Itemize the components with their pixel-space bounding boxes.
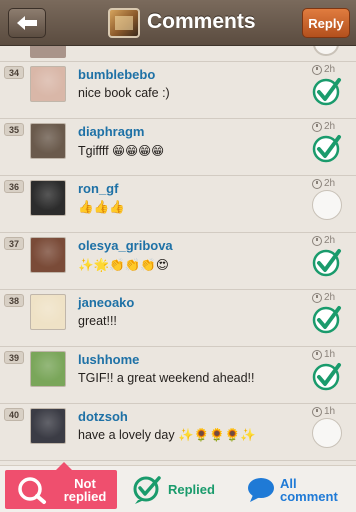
- reply-status-toggle[interactable]: [312, 361, 342, 391]
- comment-username[interactable]: lushhome: [78, 352, 139, 367]
- time-label: 2h: [324, 121, 336, 132]
- comment-text: have a lovely day ✨🌻🌻🌻✨: [78, 428, 256, 442]
- avatar[interactable]: [30, 351, 66, 387]
- comment-username[interactable]: diaphragm: [78, 124, 144, 139]
- reply-status-toggle[interactable]: [312, 304, 342, 334]
- comment-row[interactable]: 39 lushhome TGIF!! a great weekend ahead…: [0, 347, 356, 404]
- previous-comment-edge: [0, 46, 356, 62]
- back-arrow-icon: [17, 16, 37, 30]
- check-circle-icon: [312, 306, 341, 334]
- clock-icon: [312, 349, 322, 360]
- comment-text: nice book cafe :): [78, 86, 170, 100]
- comment-text: 👍👍👍: [78, 200, 125, 214]
- reply-status-toggle[interactable]: [312, 133, 342, 163]
- comment-number: 36: [4, 180, 24, 193]
- comment-text: TGIF!! a great weekend ahead!!: [78, 371, 255, 385]
- tab-label: Replied: [168, 482, 215, 497]
- back-button[interactable]: [8, 8, 46, 38]
- comment-time: 2h: [312, 178, 335, 189]
- clock-icon: [312, 292, 322, 303]
- avatar[interactable]: [30, 408, 66, 444]
- post-thumbnail[interactable]: [108, 8, 140, 38]
- reply-status-toggle[interactable]: [312, 418, 342, 448]
- comment-time: 2h: [312, 121, 335, 132]
- comment-text: ✨🌟👏👏👏😍: [78, 258, 169, 272]
- time-label: 1h: [324, 349, 336, 360]
- comment-row[interactable]: 35 diaphragm Tgiffff 😁😁😁😁 2h: [0, 119, 356, 176]
- tab-label: Not replied: [63, 475, 107, 504]
- check-circle-icon: [312, 363, 341, 391]
- comment-list[interactable]: 34 bumblebebo nice book cafe :) 2h 35 di…: [0, 46, 356, 465]
- avatar[interactable]: [30, 66, 66, 102]
- check-circle-icon: [312, 135, 341, 163]
- comment-username[interactable]: janeoako: [78, 295, 134, 310]
- comment-text: great!!!: [78, 314, 117, 328]
- comment-number: 39: [4, 351, 24, 364]
- comment-time: 2h: [312, 64, 335, 75]
- tab-all-comment[interactable]: All comment: [246, 466, 352, 512]
- comment-text: Tgiffff 😁😁😁😁: [78, 144, 165, 158]
- page-title: Comments: [147, 10, 256, 33]
- reply-status-toggle[interactable]: [312, 190, 342, 220]
- comment-number: 34: [4, 66, 24, 79]
- reply-status-toggle[interactable]: [312, 247, 342, 277]
- comment-username[interactable]: olesya_gribova: [78, 238, 173, 253]
- filter-tab-bar: Not replied Replied All comment: [0, 462, 356, 512]
- tab-label: All comment: [280, 475, 338, 504]
- check-circle-icon: [312, 78, 341, 106]
- magnifier-bubble-icon: [18, 476, 46, 504]
- comment-time: 2h: [312, 235, 335, 246]
- comment-username[interactable]: dotzsoh: [78, 409, 128, 424]
- clock-icon: [312, 64, 322, 75]
- comment-row[interactable]: 36 ron_gf 👍👍👍 2h: [0, 176, 356, 233]
- avatar[interactable]: [30, 180, 66, 216]
- clock-icon: [312, 406, 322, 417]
- comment-number: 38: [4, 294, 24, 307]
- avatar[interactable]: [30, 237, 66, 273]
- comment-time: 1h: [312, 349, 335, 360]
- comment-row[interactable]: 34 bumblebebo nice book cafe :) 2h: [0, 62, 356, 119]
- comment-number: 37: [4, 237, 24, 250]
- time-label: 2h: [324, 292, 336, 303]
- avatar[interactable]: [30, 123, 66, 159]
- reply-status-toggle[interactable]: [312, 76, 342, 106]
- comment-time: 2h: [312, 292, 335, 303]
- top-navigation-bar: Comments Reply: [0, 0, 356, 46]
- clock-icon: [312, 121, 322, 132]
- speech-bubble-icon: [248, 477, 274, 502]
- time-label: 2h: [324, 64, 336, 75]
- reply-button[interactable]: Reply: [302, 8, 350, 38]
- check-bubble-icon: [133, 475, 161, 504]
- comment-row[interactable]: 38 janeoako great!!! 2h: [0, 290, 356, 347]
- comment-number: 35: [4, 123, 24, 136]
- avatar: [30, 46, 66, 58]
- avatar[interactable]: [30, 294, 66, 330]
- time-label: 2h: [324, 178, 336, 189]
- tab-not-replied[interactable]: Not replied: [5, 462, 117, 509]
- check-circle-icon: [312, 249, 341, 277]
- clock-icon: [312, 235, 322, 246]
- comment-number: 40: [4, 408, 24, 421]
- comment-username[interactable]: bumblebebo: [78, 67, 155, 82]
- comment-time: 1h: [312, 406, 335, 417]
- comment-row[interactable]: 37 olesya_gribova ✨🌟👏👏👏😍 2h: [0, 233, 356, 290]
- check-circle-icon[interactable]: [313, 46, 339, 56]
- time-label: 2h: [324, 235, 336, 246]
- clock-icon: [312, 178, 322, 189]
- tab-replied[interactable]: Replied: [132, 466, 232, 512]
- comment-row[interactable]: 40 dotzsoh have a lovely day ✨🌻🌻🌻✨ 1h: [0, 404, 356, 461]
- time-label: 1h: [324, 406, 336, 417]
- comment-username[interactable]: ron_gf: [78, 181, 118, 196]
